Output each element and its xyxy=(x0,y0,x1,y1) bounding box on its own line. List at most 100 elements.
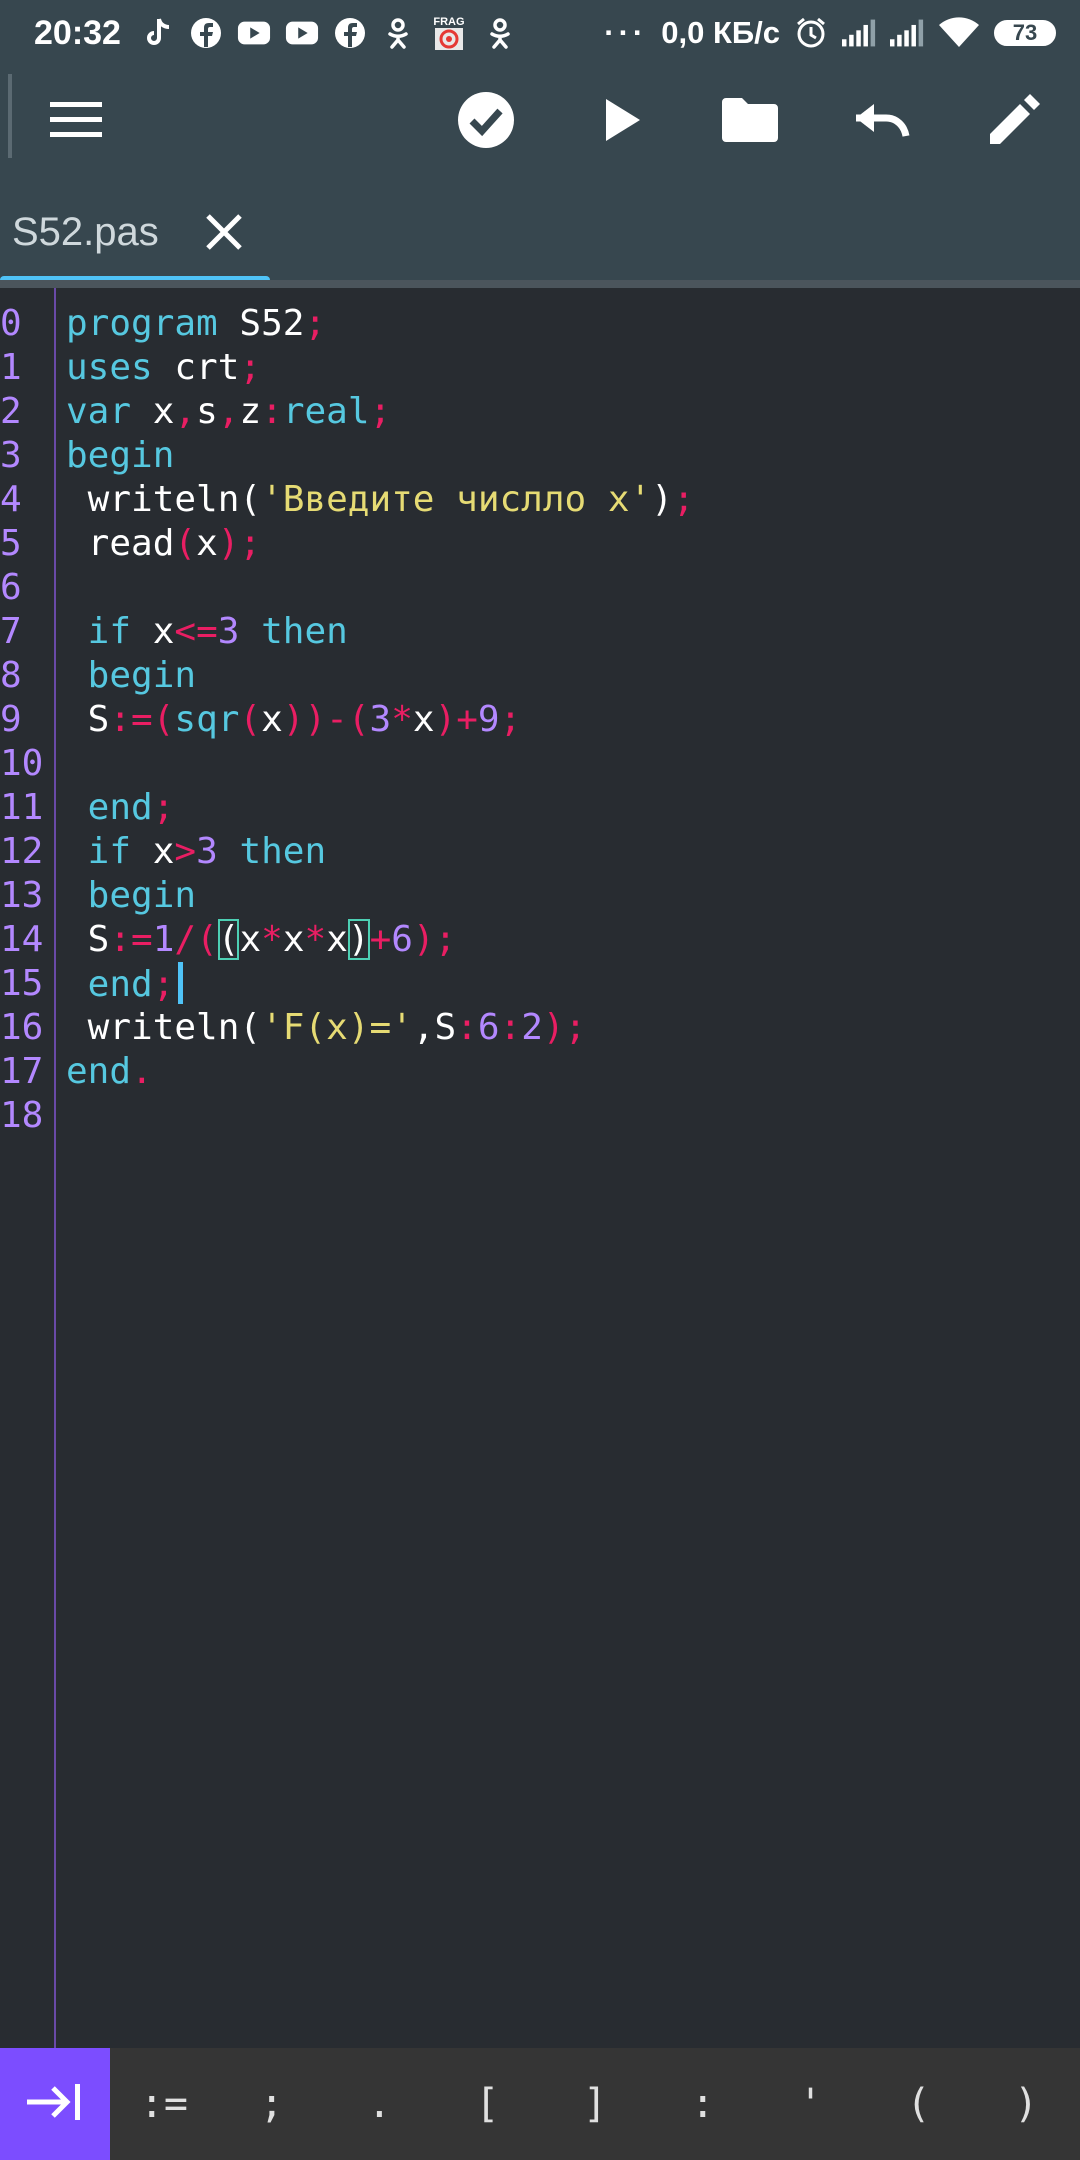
code-text: if x<=3 then xyxy=(66,610,348,654)
code-line[interactable]: 2 var x,s,z:real; xyxy=(0,390,1080,434)
code-text: var x,s,z:real; xyxy=(66,390,391,434)
code-token: S52 xyxy=(217,303,305,344)
code-text: writeln('F(x)=',S:6:2); xyxy=(66,1006,587,1050)
code-token: 'Введите числло x' xyxy=(261,479,652,520)
code-token: then xyxy=(217,831,327,872)
code-text: end; xyxy=(66,786,175,830)
menu-button[interactable] xyxy=(44,92,108,152)
code-token: begin xyxy=(66,655,197,696)
code-line[interactable]: 11 end; xyxy=(0,786,1080,830)
check-icon xyxy=(456,90,516,154)
code-token: s xyxy=(196,391,218,432)
code-token: end xyxy=(66,1051,132,1092)
code-line[interactable]: 4 writeln('Введите числло x'); xyxy=(0,478,1080,522)
key-dot[interactable]: . xyxy=(326,2048,434,2160)
line-number: 14 xyxy=(0,919,44,960)
code-token: : xyxy=(499,1007,522,1048)
code-token: ( xyxy=(174,523,197,564)
code-editor[interactable]: 0 program S52; 1 uses crt; 2 var x,s,z:real; 3… xyxy=(0,288,1080,2048)
key-open-paren[interactable]: ( xyxy=(864,2048,972,2160)
tab-divider xyxy=(0,280,1080,288)
code-token: <= xyxy=(174,611,218,652)
code-line[interactable]: 12 if x>3 then xyxy=(0,830,1080,874)
code-line[interactable]: 14 S:=1/((x*x*x)+6); xyxy=(0,918,1080,962)
youtube-icon xyxy=(237,16,271,50)
symbol-keybar: := ; . [ ] : ' ( ) xyxy=(0,2048,1080,2160)
code-token: 3 xyxy=(196,831,218,872)
code-token: . xyxy=(131,1051,153,1092)
code-line[interactable]: 5 read(x); xyxy=(0,522,1080,566)
run-button[interactable] xyxy=(590,92,654,152)
code-token: :=( xyxy=(109,699,175,740)
code-line[interactable]: 1 uses crt; xyxy=(0,346,1080,390)
code-token: 1 xyxy=(152,919,175,960)
code-line[interactable]: 0 program S52; xyxy=(0,302,1080,346)
code-token: var xyxy=(66,391,132,432)
code-line[interactable]: 10 xyxy=(0,742,1080,786)
undo-button[interactable] xyxy=(850,92,914,152)
code-token: ) xyxy=(651,479,673,520)
code-token: x xyxy=(196,523,218,564)
code-text: end. xyxy=(66,1050,153,1094)
battery-indicator: 73 xyxy=(994,20,1056,46)
code-token: then xyxy=(239,611,348,652)
more-notifications-icon: ··· xyxy=(604,15,648,50)
close-tab-button[interactable] xyxy=(200,208,248,256)
line-number: 16 xyxy=(0,1007,44,1048)
compile-button[interactable] xyxy=(454,92,518,152)
menu-icon xyxy=(48,98,104,146)
code-token: program xyxy=(66,303,218,344)
edit-button[interactable] xyxy=(982,92,1046,152)
code-line[interactable]: 17 end. xyxy=(0,1050,1080,1094)
code-token: ))-( xyxy=(282,699,370,740)
key-colon[interactable]: : xyxy=(649,2048,757,2160)
code-token: begin xyxy=(66,875,197,916)
code-token: x xyxy=(326,919,348,960)
key-quote[interactable]: ' xyxy=(757,2048,865,2160)
code-line[interactable]: 16 writeln('F(x)=',S:6:2); xyxy=(0,1006,1080,1050)
app-toolbar xyxy=(0,66,1080,178)
code-token: z xyxy=(239,391,262,432)
code-line[interactable]: 18 xyxy=(0,1094,1080,1138)
tab-key-button[interactable] xyxy=(0,2048,110,2160)
key-close-bracket[interactable]: ] xyxy=(541,2048,649,2160)
code-token: if xyxy=(66,611,132,652)
code-line[interactable]: 13 begin xyxy=(0,874,1080,918)
code-text: begin xyxy=(66,434,174,478)
play-icon xyxy=(602,97,642,147)
key-close-paren[interactable]: ) xyxy=(972,2048,1080,2160)
code-token: 3 xyxy=(369,699,392,740)
wifi-icon xyxy=(938,16,980,50)
tab-s52[interactable]: S52.pas xyxy=(0,178,270,286)
code-token: ; xyxy=(369,391,392,432)
status-bar: 20:32 FRAG ··· 0,0 КБ/с 73 xyxy=(0,0,1080,66)
key-open-bracket[interactable]: [ xyxy=(433,2048,541,2160)
code-token: writeln( xyxy=(66,1007,262,1048)
code-token: )+ xyxy=(434,699,478,740)
code-token: read xyxy=(66,523,175,564)
line-number: 3 xyxy=(0,435,22,476)
code-line[interactable]: 6 xyxy=(0,566,1080,610)
code-token: end xyxy=(66,964,153,1005)
facebook-icon xyxy=(189,16,223,50)
code-token: + xyxy=(369,919,392,960)
code-line[interactable]: 3 begin xyxy=(0,434,1080,478)
code-line[interactable]: 8 begin xyxy=(0,654,1080,698)
line-number: 18 xyxy=(0,1095,44,1136)
code-token: x xyxy=(131,831,175,872)
code-line[interactable]: 15 end; xyxy=(0,962,1080,1006)
notification-icons: FRAG xyxy=(141,16,517,50)
key-semicolon[interactable]: ; xyxy=(218,2048,326,2160)
key-assign[interactable]: := xyxy=(110,2048,218,2160)
open-file-button[interactable] xyxy=(718,92,782,152)
code-token: * xyxy=(304,919,327,960)
code-token: ; xyxy=(239,347,262,388)
line-number: 10 xyxy=(0,743,44,784)
code-text: begin xyxy=(66,654,196,698)
code-token: : xyxy=(261,391,283,432)
edge-handle xyxy=(8,74,12,158)
code-line[interactable]: 7 if x<=3 then xyxy=(0,610,1080,654)
frag-app-icon: FRAG xyxy=(429,16,469,50)
code-line[interactable]: 9 S:=(sqr(x))-(3*x)+9; xyxy=(0,698,1080,742)
code-text: end; xyxy=(66,962,184,1007)
